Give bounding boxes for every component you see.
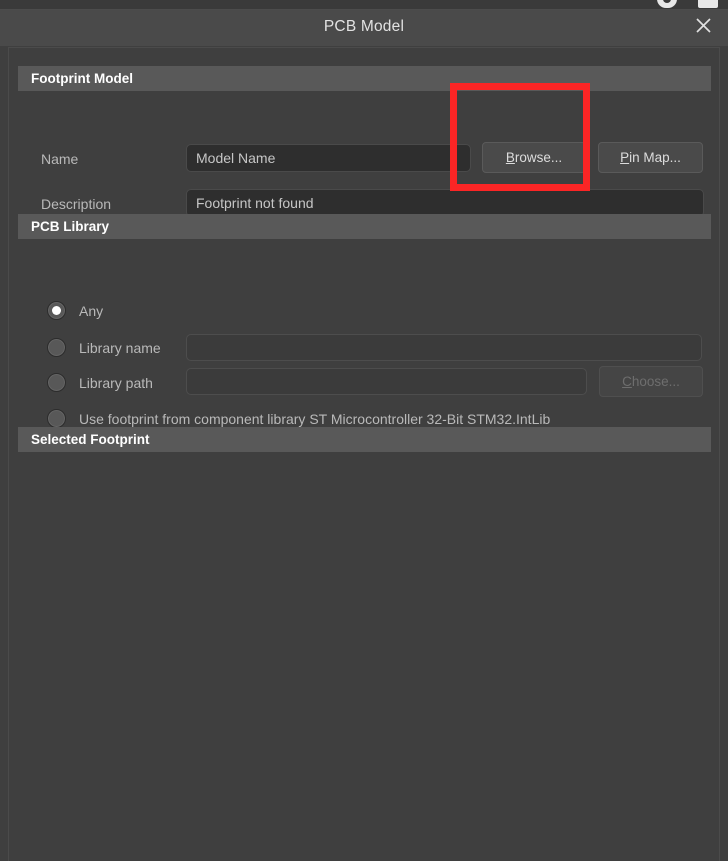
browse-button-label: rowse... <box>514 150 563 165</box>
radio-use-footprint-label: Use footprint from component library ST … <box>79 410 551 427</box>
radio-any-label: Any <box>79 302 104 319</box>
radio-library-name[interactable] <box>47 338 66 357</box>
radio-row-any[interactable]: Any <box>47 301 103 320</box>
radio-any[interactable] <box>47 301 66 320</box>
pin-map-button[interactable]: Pin Map... <box>598 142 703 173</box>
section-header-selected-footprint: Selected Footprint <box>18 427 711 452</box>
description-input[interactable] <box>186 189 704 217</box>
pin-map-button-label: in Map... <box>629 150 681 165</box>
pcb-model-dialog: PCB Model Footprint Model Name Descripti… <box>0 9 728 861</box>
section-header-pcb-library: PCB Library <box>18 214 711 239</box>
close-icon[interactable] <box>686 10 720 40</box>
library-name-input[interactable] <box>186 334 702 361</box>
dialog-content-panel: Footprint Model Name Description Browse.… <box>8 47 720 861</box>
radio-row-use-footprint[interactable]: Use footprint from component library ST … <box>47 409 550 428</box>
section-header-footprint-model: Footprint Model <box>18 66 711 91</box>
radio-row-library-name[interactable]: Library name <box>47 338 161 357</box>
browse-button[interactable]: Browse... <box>482 142 586 173</box>
choose-button-mnemonic: C <box>622 374 632 389</box>
browse-button-mnemonic: B <box>505 150 515 165</box>
radio-row-library-path[interactable]: Library path <box>47 373 153 392</box>
dialog-titlebar[interactable]: PCB Model <box>0 10 728 46</box>
radio-library-name-label: Library name <box>79 339 161 356</box>
radio-library-path-label: Library path <box>79 374 153 391</box>
choose-button[interactable]: Choose... <box>599 366 703 397</box>
radio-library-path[interactable] <box>47 373 66 392</box>
description-label: Description <box>41 196 112 212</box>
library-path-input[interactable] <box>186 368 587 395</box>
pin-map-button-mnemonic: P <box>620 150 630 165</box>
choose-button-label: hoose... <box>631 374 680 389</box>
restore-glyph-icon <box>698 0 718 8</box>
name-label: Name <box>41 151 79 167</box>
page-title: PCB Model <box>323 18 405 35</box>
name-input[interactable] <box>186 144 471 172</box>
radio-use-footprint[interactable] <box>47 409 66 428</box>
parent-window-strip <box>0 0 728 9</box>
